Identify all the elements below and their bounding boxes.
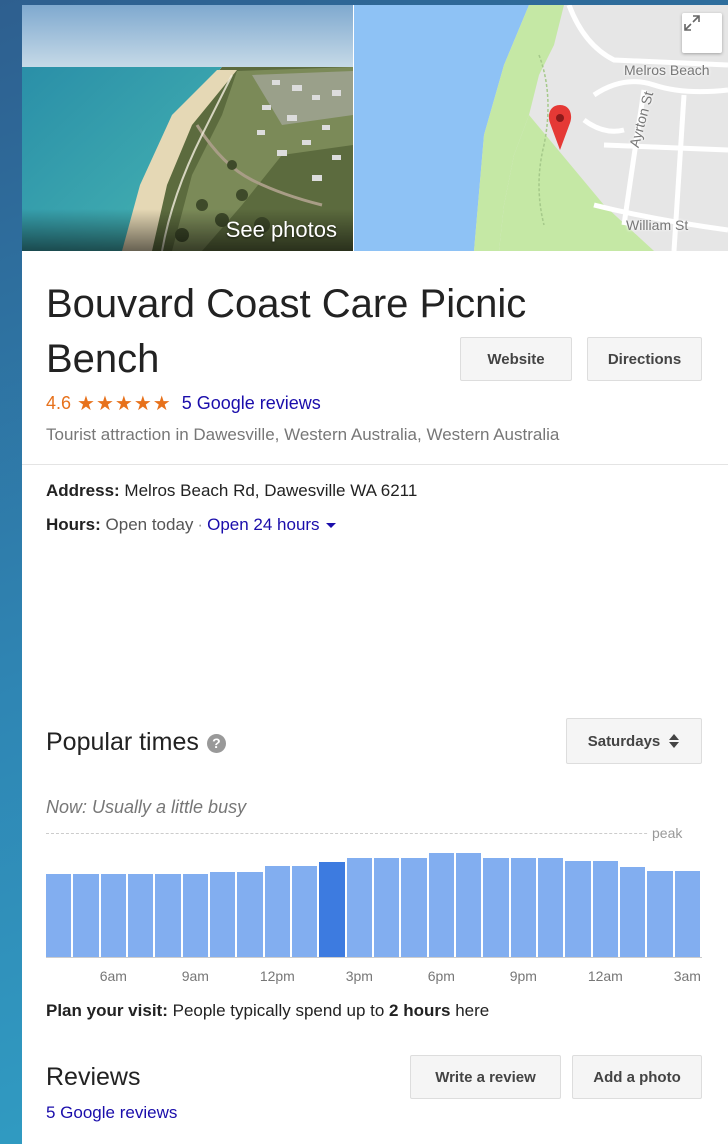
separator: ·: [197, 515, 204, 534]
chart-tick-label: 9am: [181, 968, 209, 984]
hour-bar[interactable]: [620, 867, 646, 957]
peak-line: [46, 833, 682, 834]
knowledge-panel: See photos Melros Beach Ayrton St Willia…: [22, 5, 728, 1144]
day-select[interactable]: Saturdays: [566, 718, 702, 764]
rating-stars-icon: ★★★★★: [77, 393, 172, 415]
address-row: Address: Melros Beach Rd, Dawesville WA …: [46, 481, 417, 501]
caret-down-icon[interactable]: [325, 523, 336, 529]
plan-text: People typically spend up to: [172, 1001, 385, 1020]
hour-bar[interactable]: [100, 874, 126, 957]
hour-bar[interactable]: [182, 874, 208, 957]
hours-dropdown[interactable]: Open 24 hours: [207, 515, 336, 534]
current-busyness: Now: Usually a little busy: [46, 797, 247, 817]
hour-bar[interactable]: [483, 858, 509, 957]
chart-baseline: [46, 957, 702, 958]
chart-tick-label: 6am: [99, 968, 127, 984]
map-street-label: Melros Beach: [624, 62, 710, 78]
peak-label: peak: [648, 825, 687, 841]
hour-bar[interactable]: [292, 866, 318, 957]
popular-times-heading: Popular times?: [46, 728, 226, 757]
see-photos-label[interactable]: See photos: [22, 209, 353, 251]
hour-bar[interactable]: [346, 858, 372, 957]
hour-bar[interactable]: [456, 853, 482, 957]
open-status: Open today: [105, 515, 194, 534]
hours-label: Hours:: [46, 515, 101, 534]
hour-bar[interactable]: [155, 874, 181, 957]
reviews-heading: Reviews: [46, 1063, 141, 1091]
hour-bar[interactable]: [538, 858, 564, 957]
google-reviews-link-bottom[interactable]: 5 Google reviews: [46, 1103, 177, 1123]
hour-bar[interactable]: [510, 858, 536, 957]
sort-arrows-icon[interactable]: [668, 733, 680, 749]
hour-bar[interactable]: [210, 872, 236, 957]
plan-label: Plan your visit:: [46, 1001, 168, 1020]
plan-visit: Plan your visit: People typically spend …: [46, 1001, 489, 1021]
help-icon[interactable]: ?: [206, 733, 226, 753]
popular-times-title: Popular times: [46, 728, 199, 756]
place-category: Tourist attraction in Dawesville, Wester…: [46, 425, 560, 444]
expand-icon: [684, 15, 700, 31]
rating-value: 4.6: [46, 393, 72, 413]
hour-bar[interactable]: [647, 871, 673, 957]
website-button[interactable]: Website: [460, 337, 572, 381]
plan-text-end: here: [455, 1001, 490, 1020]
chart-tick-label: 6pm: [427, 968, 455, 984]
hour-bar[interactable]: [46, 874, 72, 957]
hours-value[interactable]: Open 24 hours: [207, 515, 319, 534]
rating-row: 4.6 ★★★★★ 5 Google reviews: [46, 391, 321, 416]
hour-bar[interactable]: [264, 866, 290, 957]
add-photo-button[interactable]: Add a photo: [572, 1055, 702, 1099]
chart-tick-label: 9pm: [509, 968, 537, 984]
write-review-button[interactable]: Write a review: [410, 1055, 561, 1099]
map-graphic: [354, 5, 728, 251]
chart-tick-label: 3am: [673, 968, 701, 984]
chart-tick-label: 3pm: [345, 968, 373, 984]
address-value: Melros Beach Rd, Dawesville WA 6211: [124, 481, 418, 500]
day-select-value[interactable]: Saturdays: [588, 733, 661, 750]
directions-button[interactable]: Directions: [587, 337, 702, 381]
map-street-label: William St: [626, 217, 689, 233]
chart-tick-label: 12am: [587, 968, 623, 984]
popular-times-chart: [46, 845, 702, 957]
hour-bar[interactable]: [674, 871, 700, 957]
place-photo[interactable]: See photos: [22, 5, 353, 251]
hour-bar[interactable]: [401, 858, 427, 957]
hour-bar[interactable]: [374, 858, 400, 957]
divider: [22, 464, 728, 465]
hour-bar[interactable]: [237, 872, 263, 957]
hour-bar[interactable]: [592, 861, 618, 957]
hour-bar[interactable]: [128, 874, 154, 957]
address-label: Address:: [46, 481, 120, 500]
expand-map-button[interactable]: [682, 13, 722, 53]
plan-duration: 2 hours: [389, 1001, 451, 1020]
hour-bar[interactable]: [428, 853, 454, 957]
hours-row: Hours: Open today · Open 24 hours: [46, 515, 336, 535]
location-map[interactable]: Melros Beach Ayrton St William St: [354, 5, 728, 251]
hour-bar[interactable]: [73, 874, 99, 957]
current-hour-bar[interactable]: [319, 862, 345, 957]
hour-bar[interactable]: [565, 861, 591, 957]
chart-tick-label: 12pm: [259, 968, 295, 984]
google-reviews-link[interactable]: 5 Google reviews: [182, 393, 321, 414]
